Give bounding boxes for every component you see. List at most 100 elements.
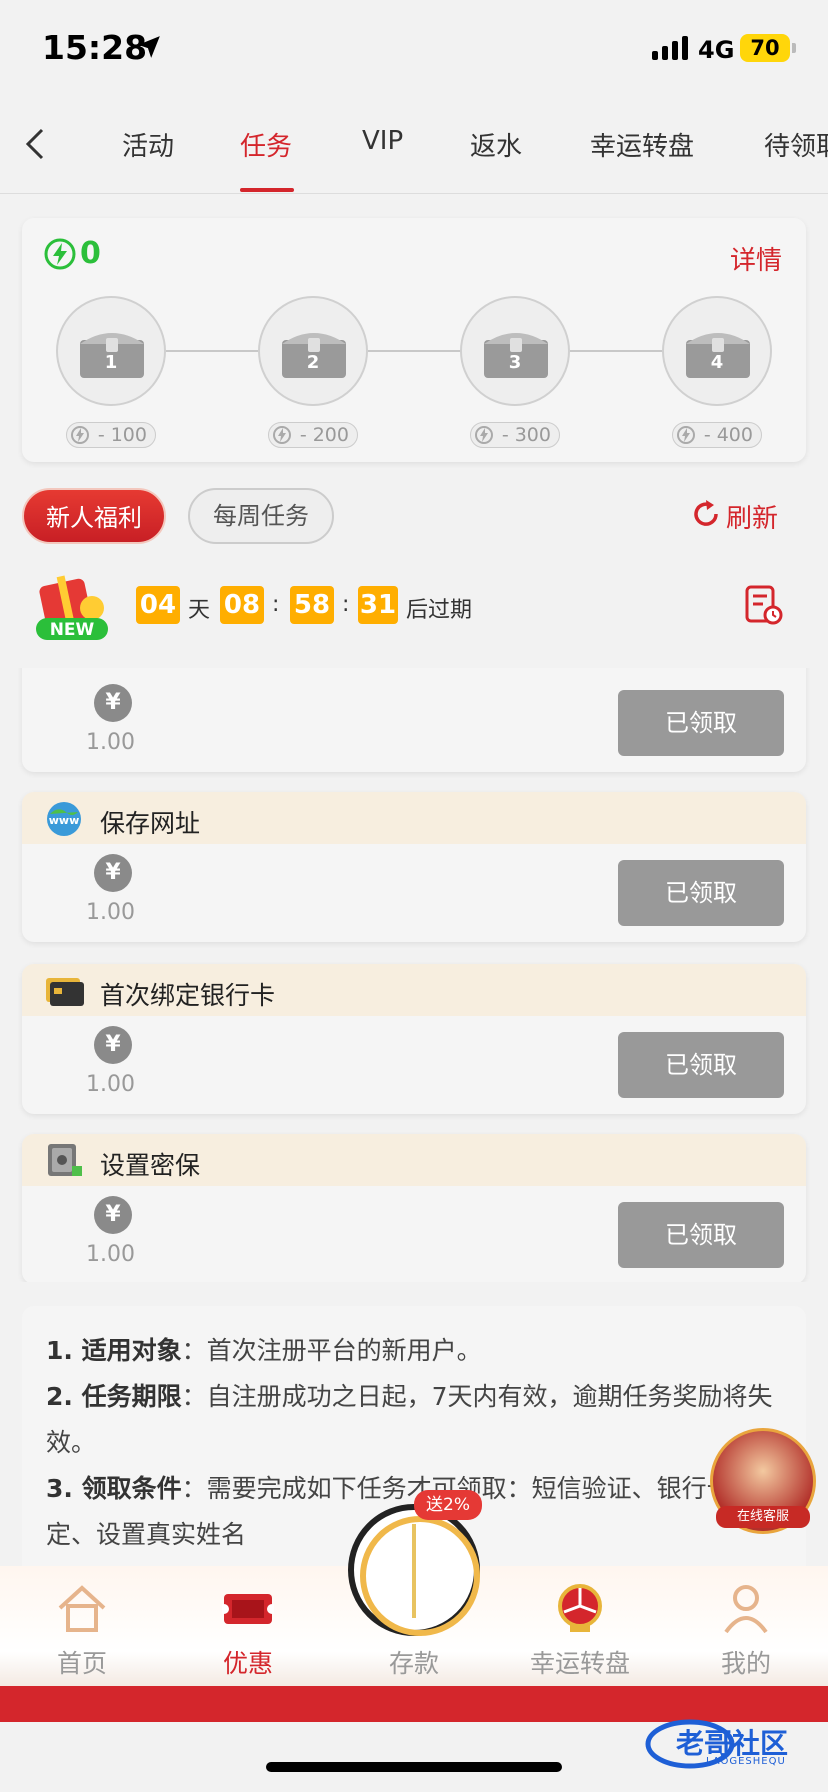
treasure-chest-1[interactable]: 1 (56, 296, 166, 406)
nav-wheel-label: 幸运转盘 (529, 1649, 630, 1678)
chest-cost: - 200 (268, 422, 358, 448)
yen-coin-icon: ¥ (94, 854, 132, 892)
chest-cost-value: - 400 (703, 424, 753, 446)
deposit-bonus-badge: 送2% (414, 1490, 482, 1520)
nav-mine[interactable]: 我的 (676, 1566, 816, 1686)
task-card-save-url: www 保存网址 ¥ 1.00 已领取 (22, 792, 806, 942)
location-arrow-icon (138, 36, 160, 58)
chest-cost: - 100 (66, 422, 156, 448)
refresh-icon[interactable] (690, 498, 722, 530)
task-name: 设置密保 (100, 1151, 201, 1180)
rule-text: 首次注册平台的新用户。 (206, 1336, 482, 1365)
chest-number: 2 (306, 352, 320, 373)
deposit-icon (412, 1524, 416, 1618)
task-card: ¥ 1.00 已领取 (22, 668, 806, 772)
countdown-seconds: 31 (358, 586, 398, 624)
new-badge: NEW (50, 620, 95, 640)
chest-number: 1 (104, 352, 118, 373)
yen-coin-icon: ¥ (94, 1196, 132, 1234)
tab-pending[interactable]: 待领取 (764, 126, 828, 163)
tab-tasks[interactable]: 任务 (240, 126, 292, 163)
nav-home[interactable]: 首页 (12, 1566, 152, 1686)
home-indicator[interactable] (266, 1762, 562, 1772)
task-reward-amount: 1.00 (86, 730, 135, 755)
tab-vip[interactable]: VIP (362, 126, 403, 156)
treasure-chest-2[interactable]: 2 (258, 296, 368, 406)
energy-card: 0 详情 1 2 3 4 - 100 - 200 - 300 - 400 (22, 218, 806, 462)
status-bar: 15:28 4G 70 (0, 0, 828, 96)
claimed-button[interactable]: 已领取 (618, 690, 784, 756)
safe-icon (48, 1144, 82, 1176)
task-header: 首次绑定银行卡 (22, 964, 806, 1016)
task-header: www 保存网址 (22, 792, 806, 844)
countdown-days: 04 (136, 586, 180, 624)
energy-count: 0 (80, 236, 101, 271)
chest-cost-value: - 200 (299, 424, 349, 446)
network-type: 4G (698, 36, 735, 64)
task-name: 首次绑定银行卡 (100, 981, 276, 1010)
new-gift-icon: NEW (36, 575, 108, 640)
task-header: 设置密保 (22, 1134, 806, 1186)
task-record-icon[interactable] (744, 584, 784, 626)
energy-bolt-icon (44, 238, 76, 270)
home-icon (58, 1585, 106, 1632)
svg-text:www: www (49, 814, 80, 827)
nav-promo[interactable]: 优惠 (178, 1566, 318, 1686)
task-reward-amount: 1.00 (86, 1242, 135, 1267)
countdown-separator: : (272, 592, 280, 617)
rule-label: 2. 任务期限 (46, 1382, 182, 1411)
chest-cost: - 300 (470, 422, 560, 448)
energy-bolt-icon (273, 426, 291, 444)
rule-item: 1. 适用对象：首次注册平台的新用户。 (46, 1336, 482, 1365)
wheel-icon (558, 1584, 602, 1632)
chest-number: 3 (508, 352, 522, 373)
tab-lucky-wheel[interactable]: 幸运转盘 (590, 126, 694, 163)
top-tab-bar: 活动 任务 VIP 返水 幸运转盘 待领取 (0, 96, 828, 194)
rule-label: 1. 适用对象 (46, 1336, 182, 1365)
rule-item: 2. 任务期限：自注册成功之日起，7天内有效，逾期任务奖励将失效。 (46, 1382, 773, 1457)
nav-mine-label: 我的 (720, 1649, 771, 1678)
back-arrow-icon[interactable] (22, 126, 52, 162)
newbie-bonus-tab[interactable]: 新人福利 (22, 488, 166, 544)
treasure-chest-4[interactable]: 4 (662, 296, 772, 406)
nav-home-label: 首页 (56, 1649, 107, 1678)
user-icon (724, 1585, 768, 1634)
details-link[interactable]: 详情 (730, 240, 782, 277)
countdown-days-unit: 天 (188, 598, 211, 623)
countdown-suffix: 后过期 (406, 598, 473, 623)
countdown-hours: 08 (220, 586, 264, 624)
rule-label: 3. 领取条件 (46, 1474, 182, 1503)
battery-icon: 70 (740, 34, 790, 62)
claimed-button[interactable]: 已领取 (618, 860, 784, 926)
watermark-sub: LAOGESHEQU (706, 1756, 786, 1767)
claimed-button[interactable]: 已领取 (618, 1032, 784, 1098)
refresh-button[interactable]: 刷新 (726, 498, 778, 535)
chest-number: 4 (710, 352, 724, 373)
treasure-chest-3[interactable]: 3 (460, 296, 570, 406)
chest-cost-value: - 300 (501, 424, 551, 446)
task-reward-amount: 1.00 (86, 900, 135, 925)
energy-bolt-icon (677, 426, 695, 444)
tab-rebate[interactable]: 返水 (470, 126, 522, 163)
energy-bolt-icon (71, 426, 89, 444)
countdown-separator: : (342, 592, 350, 617)
status-time: 15:28 (42, 28, 148, 67)
nav-promo-label: 优惠 (222, 1649, 273, 1678)
chest-cost-value: - 100 (97, 424, 147, 446)
task-name: 保存网址 (100, 809, 201, 838)
nav-lucky-wheel[interactable]: 幸运转盘 (510, 1566, 650, 1686)
task-card-security: 设置密保 ¥ 1.00 已领取 (22, 1134, 806, 1282)
nav-deposit-label[interactable]: 存款 (344, 1644, 484, 1680)
online-support-label[interactable]: 在线客服 (716, 1506, 810, 1528)
active-tab-indicator (240, 188, 294, 192)
claimed-button[interactable]: 已领取 (618, 1202, 784, 1268)
yen-coin-icon: ¥ (94, 1026, 132, 1064)
yen-coin-icon: ¥ (94, 684, 132, 722)
battery-tip (792, 43, 796, 53)
signal-icon (652, 36, 688, 60)
task-card-bind-bank: 首次绑定银行卡 ¥ 1.00 已领取 (22, 964, 806, 1114)
task-list: ¥ 1.00 已领取 www 保存网址 ¥ 1.00 已领取 首次绑定银行卡 ¥… (0, 668, 828, 1282)
weekly-tasks-tab[interactable]: 每周任务 (188, 488, 334, 544)
tab-activity[interactable]: 活动 (122, 126, 174, 163)
energy-bolt-icon (475, 426, 493, 444)
